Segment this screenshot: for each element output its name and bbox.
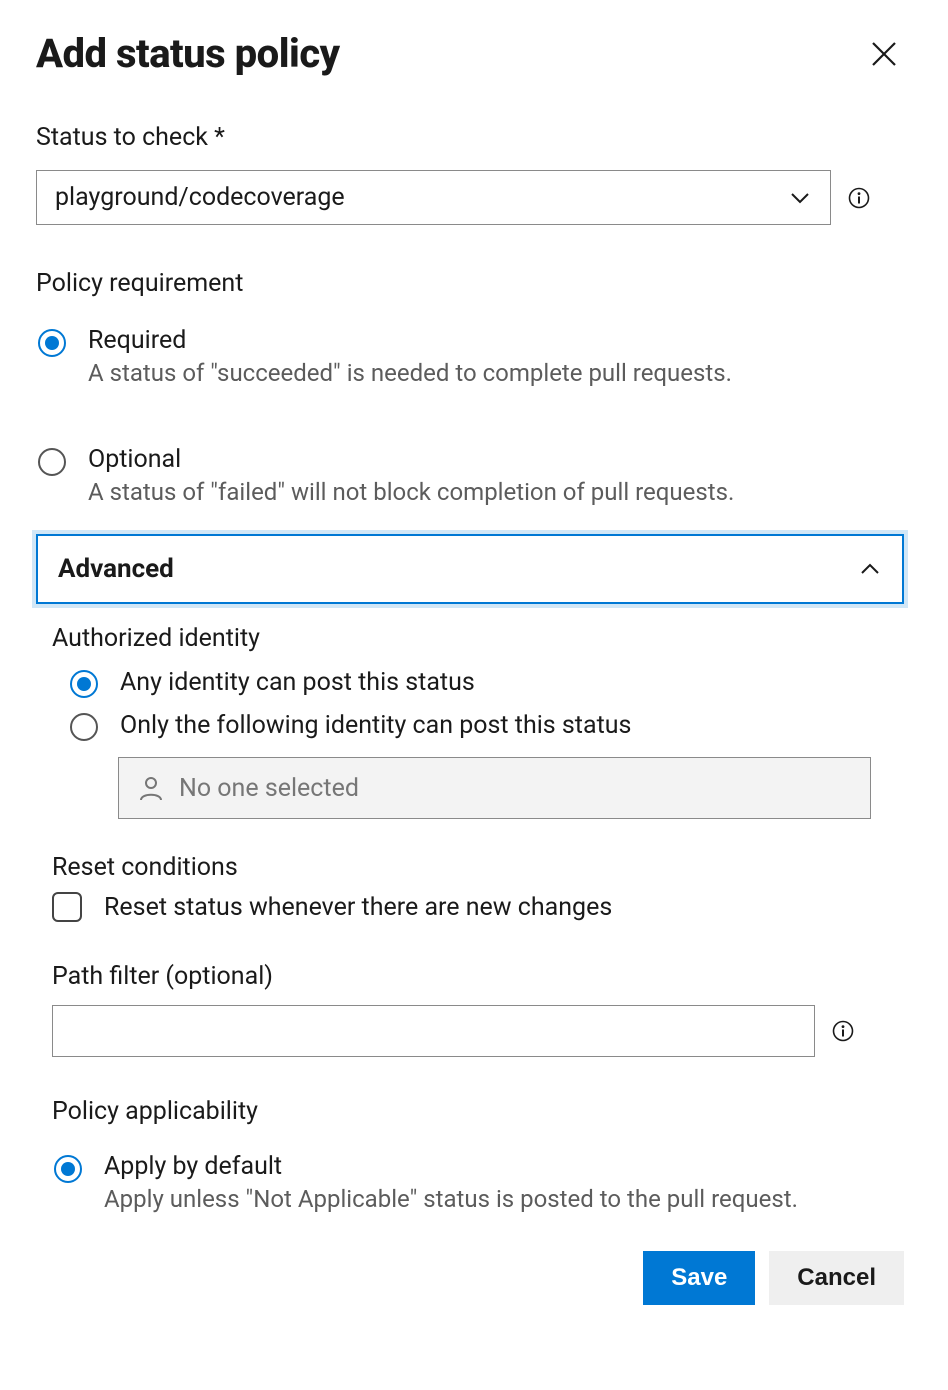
authorized-identity-label: Authorized identity (52, 624, 904, 653)
status-to-check-label: Status to check * (36, 123, 904, 152)
save-button[interactable]: Save (643, 1251, 755, 1305)
policy-requirement-label: Policy requirement (36, 269, 904, 298)
path-filter-input[interactable] (52, 1005, 815, 1057)
policy-required-option[interactable]: Required A status of "succeeded" is need… (36, 316, 904, 397)
identity-only-option[interactable]: Only the following identity can post thi… (68, 704, 904, 747)
identity-only-label: Only the following identity can post thi… (120, 711, 631, 740)
identity-picker[interactable]: No one selected (118, 757, 871, 819)
status-info-icon[interactable] (847, 186, 871, 210)
advanced-accordion[interactable]: Advanced (36, 534, 904, 604)
radio-icon (54, 1155, 82, 1183)
radio-icon (38, 448, 66, 476)
apply-default-desc: Apply unless "Not Applicable" status is … (104, 1185, 798, 1213)
policy-required-label: Required (88, 326, 732, 355)
advanced-label: Advanced (58, 554, 174, 584)
path-filter-label: Path filter (optional) (52, 962, 904, 991)
apply-default-label: Apply by default (104, 1152, 798, 1181)
identity-any-label: Any identity can post this status (120, 668, 475, 697)
close-button[interactable] (864, 34, 904, 74)
path-filter-info-icon[interactable] (831, 1019, 855, 1043)
apply-default-option[interactable]: Apply by default Apply unless "Not Appli… (52, 1142, 904, 1223)
status-to-check-value: playground/codecoverage (55, 183, 345, 212)
person-icon (137, 774, 165, 802)
policy-applicability-label: Policy applicability (52, 1097, 904, 1126)
reset-on-change-checkbox[interactable]: Reset status whenever there are new chan… (52, 892, 904, 922)
panel-title: Add status policy (36, 30, 340, 77)
close-icon (868, 38, 900, 70)
policy-optional-desc: A status of "failed" will not block comp… (88, 478, 734, 506)
reset-on-change-label: Reset status whenever there are new chan… (104, 893, 612, 922)
status-to-check-select[interactable]: playground/codecoverage (36, 170, 831, 225)
reset-conditions-label: Reset conditions (52, 853, 904, 882)
identity-placeholder: No one selected (179, 774, 359, 803)
cancel-button[interactable]: Cancel (769, 1251, 904, 1305)
chevron-up-icon (858, 557, 882, 581)
radio-icon (70, 713, 98, 741)
chevron-down-icon (788, 186, 812, 210)
radio-icon (70, 670, 98, 698)
policy-optional-option[interactable]: Optional A status of "failed" will not b… (36, 435, 904, 516)
identity-any-option[interactable]: Any identity can post this status (68, 661, 904, 704)
policy-required-desc: A status of "succeeded" is needed to com… (88, 359, 732, 387)
policy-optional-label: Optional (88, 445, 734, 474)
radio-icon (38, 329, 66, 357)
checkbox-icon (52, 892, 82, 922)
